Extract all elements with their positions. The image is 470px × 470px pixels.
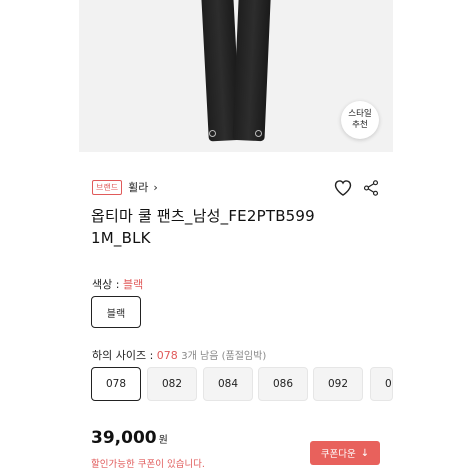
brand-link[interactable]: 브랜드 휠라 ›: [92, 178, 158, 196]
size-option-label: 하의 사이즈 : 078 3개 남음 (품절임박): [92, 347, 266, 363]
size-selected-value: 078: [156, 349, 178, 362]
product-title: 옵티마 쿨 팬츠_남성_FE2PTB599 1M_BLK: [91, 205, 381, 249]
hem-snap-right: [255, 130, 262, 137]
color-option-black[interactable]: 블랙: [91, 296, 141, 328]
download-icon: ↓: [360, 447, 370, 459]
hem-snap-left: [209, 130, 216, 137]
color-label-text: 색상 :: [92, 278, 123, 291]
brand-badge: 브랜드: [92, 179, 123, 195]
coupon-download-button[interactable]: 쿠폰다운 ↓: [310, 441, 380, 465]
product-price: 39,000 원: [91, 428, 168, 448]
product-title-line2: 1M_BLK: [91, 229, 151, 247]
size-option-092[interactable]: 092: [313, 367, 363, 401]
right-margin: [391, 0, 470, 470]
size-label-text: 하의 사이즈 :: [92, 349, 157, 362]
product-title-line1: 옵티마 쿨 팬츠_남성_FE2PTB599: [91, 207, 315, 225]
price-unit: 원: [158, 435, 168, 446]
product-image[interactable]: 스타일 추천: [79, 0, 393, 152]
style-badge-line2: 추천: [352, 120, 368, 130]
color-selected-value: 블랙: [122, 278, 144, 291]
pant-leg-right: [232, 0, 271, 142]
chevron-right-icon: ›: [153, 180, 158, 194]
size-option-082[interactable]: 082: [147, 367, 197, 401]
style-badge-line1: 스타일: [348, 109, 372, 119]
size-option-078[interactable]: 078: [91, 367, 141, 401]
size-option-09x[interactable]: 09: [370, 367, 393, 401]
size-stock-text: 3개 남음 (품절임박): [181, 351, 267, 362]
brand-name: 휠라: [128, 181, 149, 194]
size-option-086[interactable]: 086: [258, 367, 308, 401]
size-option-084[interactable]: 084: [203, 367, 253, 401]
coupon-notice: 할인가능한 쿠폰이 있습니다.: [91, 459, 205, 470]
style-recommend-button[interactable]: 스타일 추천: [341, 101, 379, 139]
left-margin: [0, 0, 79, 470]
color-option-label: 색상 : 블랙: [92, 276, 143, 292]
coupon-button-label: 쿠폰다운: [320, 449, 356, 460]
heart-icon[interactable]: [333, 178, 353, 198]
price-amount: 39,000: [91, 428, 157, 448]
share-icon[interactable]: [362, 178, 380, 198]
